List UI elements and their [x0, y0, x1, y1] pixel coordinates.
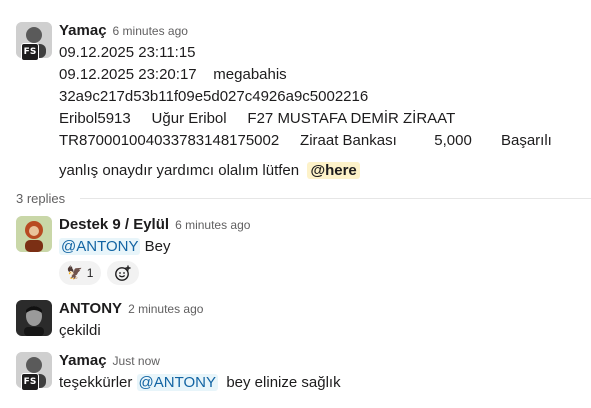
mention-user[interactable]: @ANTONY: [59, 238, 141, 255]
avatar-image: [16, 300, 52, 336]
timestamp[interactable]: 6 minutes ago: [175, 218, 250, 232]
timestamp[interactable]: 2 minutes ago: [128, 302, 203, 316]
message-line: @ANTONY Bey: [59, 238, 170, 255]
message-text: yanlış onaydır yardımcı olalım lütfen: [59, 162, 300, 179]
message-text: bey elinize sağlık: [218, 374, 341, 391]
author-name[interactable]: Yamaç: [59, 352, 107, 369]
fs-badge-icon: FS: [21, 373, 39, 391]
fs-badge-icon: FS: [21, 43, 39, 61]
message-line: 32a9c217d53b11f09e5d027c4926a9c5002216: [59, 88, 369, 105]
message-line: teşekkürler @ANTONY bey elinize sağlık: [59, 374, 341, 391]
message-header: Yamaç Just now: [59, 352, 160, 370]
message-line: Eribol5913 Uğur Eribol F27 MUSTAFA DEMİR…: [59, 110, 456, 127]
replies-count-link[interactable]: 3 replies: [16, 191, 65, 206]
message-line: TR870001004033783148175002 Ziraat Bankas…: [59, 132, 552, 149]
message-header: Destek 9 / Eylül 6 minutes ago: [59, 216, 250, 234]
message-text: teşekkürler: [59, 374, 137, 391]
emoji-add-icon: [115, 265, 131, 281]
mention-here[interactable]: @here: [307, 162, 360, 179]
avatar-image: [16, 216, 52, 252]
add-reaction-button[interactable]: [107, 261, 139, 285]
author-name[interactable]: Yamaç: [59, 22, 107, 39]
timestamp[interactable]: Just now: [113, 354, 160, 368]
eagle-emoji-icon: 🦅: [66, 265, 83, 280]
avatar[interactable]: [16, 300, 52, 336]
timestamp[interactable]: 6 minutes ago: [113, 24, 188, 38]
author-name[interactable]: ANTONY: [59, 300, 122, 317]
message-header: Yamaç 6 minutes ago: [59, 22, 188, 40]
avatar[interactable]: [16, 216, 52, 252]
reaction-count: 1: [86, 266, 94, 280]
message-text: çekildi: [59, 322, 101, 339]
reaction-button[interactable]: 🦅 1: [59, 261, 101, 285]
divider: [80, 198, 591, 199]
message-header: ANTONY 2 minutes ago: [59, 300, 203, 318]
message-line: yanlış onaydır yardımcı olalım lütfen @h…: [59, 162, 360, 179]
message-line: 09.12.2025 23:20:17 megabahis: [59, 66, 287, 83]
author-name[interactable]: Destek 9 / Eylül: [59, 216, 169, 233]
message-line: 09.12.2025 23:11:15: [59, 44, 196, 61]
message-text: Bey: [140, 238, 171, 255]
mention-user[interactable]: @ANTONY: [136, 374, 218, 391]
